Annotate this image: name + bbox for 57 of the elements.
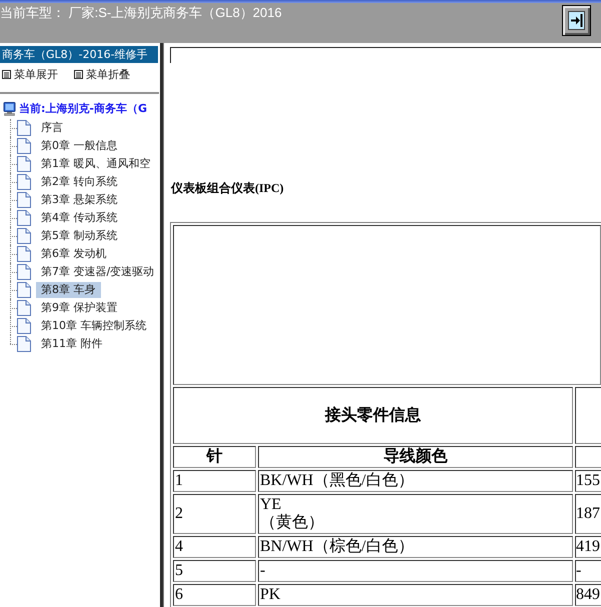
tree-item[interactable]: 第6章 发动机 bbox=[36, 246, 112, 262]
tree-item[interactable]: 第7章 变速器/变速驱动 bbox=[36, 264, 160, 280]
tree-item[interactable]: 第2章 转向系统 bbox=[36, 174, 122, 190]
table-cell: 419 bbox=[575, 536, 601, 558]
tree-item[interactable]: 第8章 车身 bbox=[36, 282, 100, 298]
table-cell: YE （黄色） bbox=[258, 494, 573, 534]
table-cell: - bbox=[258, 560, 573, 582]
document-heading: 仪表板组合仪表(IPC) bbox=[170, 181, 284, 195]
pane-splitter[interactable] bbox=[160, 43, 164, 607]
tree-item[interactable]: 第9章 保护装置 bbox=[36, 300, 122, 316]
tree-item[interactable]: 序言 bbox=[36, 120, 68, 136]
menu-action[interactable]: 菜单展开 bbox=[2, 67, 58, 82]
document-icon bbox=[17, 300, 31, 316]
table-cell: 5 bbox=[173, 560, 256, 582]
table-cell bbox=[575, 387, 601, 444]
table-cell: 187 bbox=[575, 494, 601, 534]
table-cell: BN/WH（棕色/白色） bbox=[258, 536, 573, 558]
tree-root[interactable]: 当前:上海别克-商务车（G bbox=[19, 101, 147, 117]
table-cell: 155 bbox=[575, 470, 601, 492]
document-icon bbox=[17, 210, 31, 226]
document-icon bbox=[17, 228, 31, 244]
sidebar-header: 商务车（GL8）-2016-维修手 bbox=[0, 46, 158, 63]
document-icon bbox=[17, 174, 31, 190]
menu-action[interactable]: 菜单折叠 bbox=[74, 67, 130, 82]
document-icon bbox=[17, 264, 31, 280]
table-cell: 6 bbox=[173, 584, 256, 606]
window-title: 当前车型： 厂家:S-上海别克商务车（GL8）2016 bbox=[0, 5, 282, 20]
column-header: 针 bbox=[173, 446, 256, 468]
arrow-to-bar-icon bbox=[568, 11, 585, 30]
table-cell bbox=[575, 446, 601, 468]
list-icon bbox=[74, 70, 83, 79]
document-icon bbox=[17, 336, 31, 352]
tree-item[interactable]: 第10章 车辆控制系统 bbox=[36, 318, 152, 334]
document-icon bbox=[17, 156, 31, 172]
column-header: 导线颜色 bbox=[258, 446, 573, 468]
table-cell: 1 bbox=[173, 470, 256, 492]
table-cell: PK bbox=[258, 584, 573, 606]
table-cell: BK/WH（黑色/白色） bbox=[258, 470, 573, 492]
tree-item[interactable]: 第5章 制动系统 bbox=[36, 228, 122, 244]
tree-item[interactable]: 第3章 悬架系统 bbox=[36, 192, 122, 208]
document-icon bbox=[17, 138, 31, 154]
document-icon bbox=[17, 120, 31, 136]
document-icon bbox=[17, 246, 31, 262]
table-cell: 849 bbox=[575, 584, 601, 606]
table-cell: 2 bbox=[173, 494, 256, 534]
computer-icon bbox=[3, 102, 16, 116]
tree-item[interactable]: 第11章 附件 bbox=[36, 336, 108, 352]
document-icon bbox=[17, 318, 31, 334]
document-icon bbox=[17, 192, 31, 208]
tree-item[interactable]: 第4章 传动系统 bbox=[36, 210, 122, 226]
table-title: 接头零件信息 bbox=[173, 387, 573, 444]
tree-item[interactable]: 第0章 一般信息 bbox=[36, 138, 122, 154]
tree-item[interactable]: 第1章 暖风、通风和空 bbox=[36, 156, 156, 172]
arrow-button[interactable] bbox=[562, 5, 591, 36]
table-cell: - bbox=[575, 560, 601, 582]
table-cell: 4 bbox=[173, 536, 256, 558]
document-icon bbox=[17, 282, 31, 298]
